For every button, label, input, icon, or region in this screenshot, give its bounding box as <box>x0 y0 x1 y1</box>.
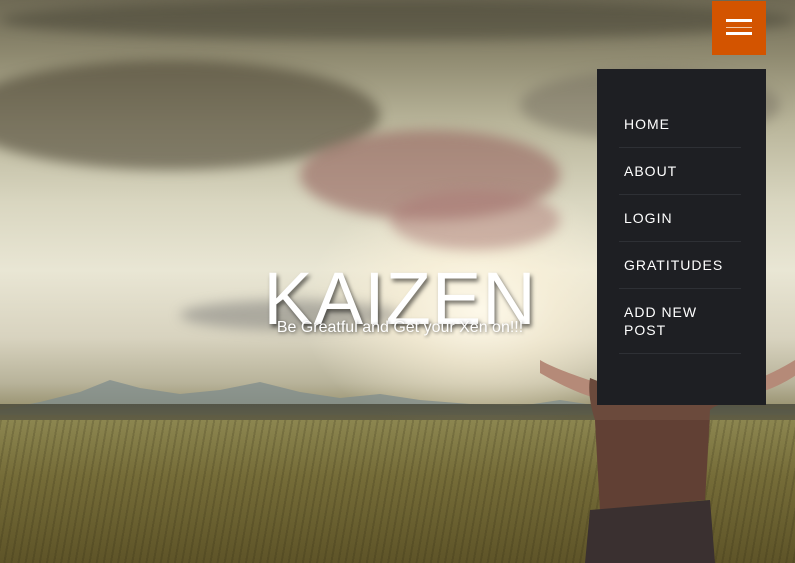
hamburger-icon-bottom <box>726 32 752 35</box>
nav-link-about[interactable]: ABOUT <box>624 162 741 180</box>
nav-link-home[interactable]: HOME <box>624 115 741 133</box>
nav-link-login[interactable]: LOGIN <box>624 209 741 227</box>
nav-item-home: HOME <box>619 101 741 148</box>
nav-list: HOME ABOUT LOGIN GRATITUDES ADD NEW POST <box>619 101 741 354</box>
side-navigation: HOME ABOUT LOGIN GRATITUDES ADD NEW POST <box>597 69 766 405</box>
nav-link-gratitudes[interactable]: GRATITUDES <box>624 256 741 274</box>
nav-item-about: ABOUT <box>619 148 741 195</box>
hamburger-icon-divider <box>726 27 752 28</box>
site-subtitle: Be Greatful and Get your Xen on!!! <box>276 319 524 336</box>
cloud <box>390 190 560 250</box>
nav-link-add-new-post[interactable]: ADD NEW POST <box>624 303 741 339</box>
nav-item-gratitudes: GRATITUDES <box>619 242 741 289</box>
menu-toggle-button[interactable] <box>712 1 766 55</box>
hero-section: KAIZEN Be Greatful and Get your Xen on!!… <box>0 0 795 563</box>
sky-top-shade <box>0 0 795 40</box>
hamburger-icon <box>726 19 752 22</box>
nav-item-login: LOGIN <box>619 195 741 242</box>
nav-item-add-new-post: ADD NEW POST <box>619 289 741 354</box>
